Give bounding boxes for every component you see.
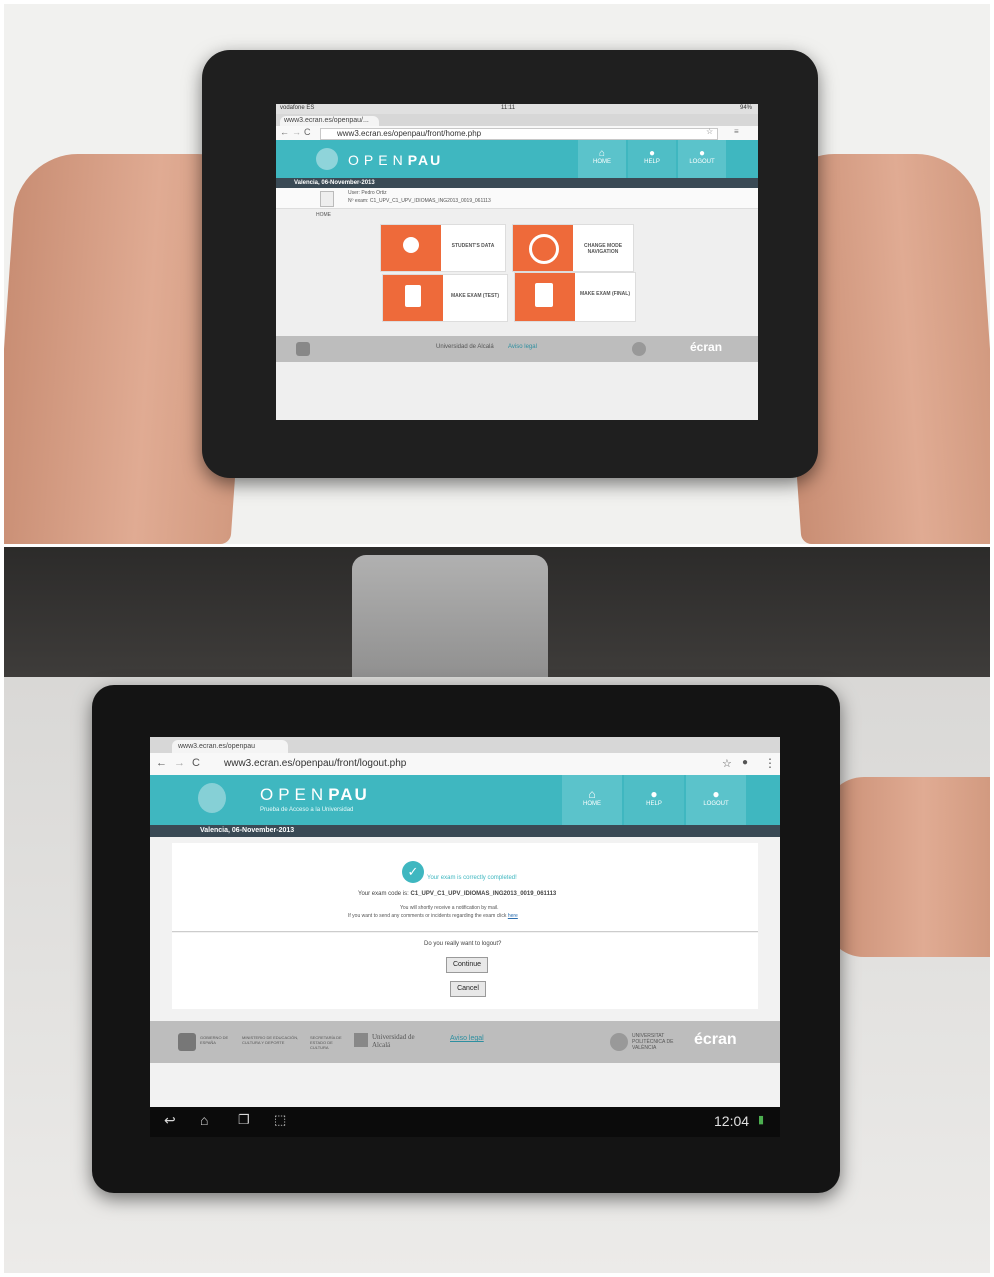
- home-icon: ⌂: [598, 148, 606, 159]
- screenshot-icon[interactable]: ⬚: [274, 1112, 286, 1128]
- address-bar[interactable]: www3.ecran.es/openpau/front/logout.php: [208, 757, 724, 771]
- cycle-icon: [529, 234, 559, 264]
- user-icon: ●: [698, 148, 706, 159]
- star-icon[interactable]: ☆: [706, 127, 713, 136]
- nav-logout[interactable]: ● LOGOUT: [686, 775, 746, 825]
- tile-change-navigation[interactable]: CHANGE MODE NAVIGATION: [512, 224, 634, 272]
- bottom-photo: www3.ecran.es/openpau ← → C www3.ecran.e…: [4, 547, 990, 1273]
- tagline: Prueba de Acceso a la Universidad: [260, 807, 354, 813]
- help-icon: ●: [648, 148, 656, 159]
- cd-spindle: [352, 555, 548, 691]
- browser-tab[interactable]: www3.ecran.es/openpau: [172, 740, 288, 753]
- tile-make-exam-test[interactable]: MAKE EXAM (TEST): [382, 274, 508, 322]
- nav-help[interactable]: ● HELP: [628, 140, 676, 178]
- footer-secretaria: SECRETARÍA DE ESTADO DE CULTURA: [310, 1035, 342, 1050]
- clipboard-check-icon: [535, 283, 553, 307]
- logout-question: Do you really want to logout?: [424, 941, 502, 947]
- user-icon: ●: [712, 787, 720, 801]
- continue-button[interactable]: Continue: [446, 957, 488, 973]
- openpau-logo: OPENPAU: [348, 152, 443, 168]
- spain-crest-icon: [296, 342, 310, 356]
- back-nav-icon[interactable]: ↩: [164, 1112, 176, 1129]
- mic-icon[interactable]: ●: [742, 757, 748, 768]
- comments-line: If you want to send any comments or inci…: [348, 913, 518, 919]
- exam-number: Nº exam: C1_UPV_C1_UPV_IDIOMAS_ING2013_0…: [348, 198, 491, 204]
- android-clock: 12:04: [714, 1113, 750, 1129]
- footer-ministry2: MINISTERIO DE EDUCACIÓN, CULTURA Y DEPOR…: [242, 1035, 299, 1045]
- date-bar: Valencia, 06-November-2013: [150, 825, 780, 837]
- nav-home[interactable]: ⌂ HOME: [562, 775, 622, 825]
- user-photo: [320, 191, 334, 207]
- reload-icon[interactable]: C: [304, 127, 311, 137]
- nav-logout[interactable]: ● LOGOUT: [678, 140, 726, 178]
- site-footer: GOBIERNO DE ESPAÑA MINISTERIO DE EDUCACI…: [150, 1021, 780, 1063]
- footer-uah: Universidad de Alcalá: [372, 1033, 415, 1049]
- battery-icon: ▮: [758, 1114, 765, 1126]
- notify-line: You will shortly receive a notification …: [400, 905, 499, 911]
- uah-crest-icon: [354, 1033, 368, 1047]
- spain-crest-icon: [178, 1033, 196, 1051]
- site-footer: Universidad de Alcalá Aviso legal écran: [276, 336, 758, 362]
- user-name: User: Pedro Ortiz: [348, 190, 387, 196]
- status-time: 11:11: [501, 105, 516, 111]
- clipboard-icon: [405, 285, 421, 307]
- ecran-brand: écran: [690, 340, 723, 354]
- menu-icon[interactable]: ≡: [734, 127, 739, 136]
- check-circle-icon: ✓: [402, 861, 424, 883]
- footer-ministry: GOBIERNO DE ESPAÑA: [200, 1035, 229, 1045]
- reload-icon[interactable]: C: [192, 757, 200, 769]
- back-icon[interactable]: ←: [280, 127, 289, 137]
- browser-tab[interactable]: www3.ecran.es/openpau/...: [280, 116, 379, 126]
- home-nav-icon[interactable]: ⌂: [200, 1112, 208, 1128]
- address-bar[interactable]: www3.ecran.es/openpau/front/home.php: [320, 128, 718, 140]
- right-arm: [824, 777, 990, 957]
- home-icon: ⌂: [588, 787, 596, 801]
- ecran-brand: écran: [694, 1031, 737, 1048]
- exam-code: C1_UPV_C1_UPV_IDIOMAS_ING2013_0019_06111…: [410, 891, 557, 897]
- completion-panel: ✓ Your exam is correctly completed! Your…: [172, 843, 758, 932]
- cancel-button[interactable]: Cancel: [450, 981, 486, 997]
- star-icon[interactable]: ☆: [722, 757, 732, 770]
- footer-upv: UNIVERSITAT POLITÈCNICA DE VALÈNCIA: [632, 1033, 674, 1051]
- recent-apps-icon[interactable]: ❐: [238, 1112, 250, 1128]
- help-icon: ●: [650, 787, 658, 801]
- top-photo: vodafone ES 11:11 94% www3.ecran.es/open…: [4, 4, 990, 544]
- overflow-menu-icon[interactable]: ⋮: [764, 756, 776, 770]
- date-bar: Valencia, 06-November-2013: [276, 178, 758, 188]
- openpau-logo: OPENPAU: [260, 785, 369, 804]
- footer-legal-link[interactable]: Aviso legal: [508, 344, 537, 350]
- forward-icon[interactable]: →: [174, 757, 185, 769]
- android-screen: www3.ecran.es/openpau ← → C www3.ecran.e…: [150, 737, 780, 1107]
- upv-seal-icon: [610, 1033, 628, 1051]
- person-icon: [403, 237, 419, 253]
- site-header: OPENPAU Prueba de Acceso a la Universida…: [150, 775, 780, 825]
- uv-seal: [198, 783, 226, 813]
- logout-panel: Do you really want to logout? Continue C…: [172, 933, 758, 1009]
- comments-link[interactable]: here: [508, 913, 518, 919]
- forward-icon[interactable]: →: [292, 127, 301, 137]
- success-message: Your exam is correctly completed!: [427, 875, 517, 881]
- tile-make-exam-final[interactable]: MAKE EXAM (FINAL): [514, 272, 636, 322]
- nav-help[interactable]: ● HELP: [624, 775, 684, 825]
- battery: 94%: [739, 105, 752, 111]
- university-seal: [316, 148, 338, 170]
- upv-seal-icon: [632, 342, 646, 356]
- nav-home[interactable]: ⌂ HOME: [578, 140, 626, 178]
- site-header: OPENPAU ⌂ HOME ● HELP ● LOGOUT: [276, 140, 758, 178]
- breadcrumb: HOME: [316, 212, 331, 218]
- footer-legal-link[interactable]: Aviso legal: [450, 1035, 484, 1042]
- exam-code-line: Your exam code is: C1_UPV_C1_UPV_IDIOMAS…: [358, 891, 557, 897]
- back-icon[interactable]: ←: [156, 757, 167, 769]
- ipad-screen: vodafone ES 11:11 94% www3.ecran.es/open…: [276, 104, 758, 420]
- footer-uah: Universidad de Alcalá: [436, 344, 494, 350]
- tile-students-data[interactable]: STUDENT'S DATA: [380, 224, 506, 272]
- android-system-bar: ↩ ⌂ ❐ ⬚ 12:04 ▮: [150, 1107, 780, 1137]
- carrier: vodafone ES: [280, 105, 315, 111]
